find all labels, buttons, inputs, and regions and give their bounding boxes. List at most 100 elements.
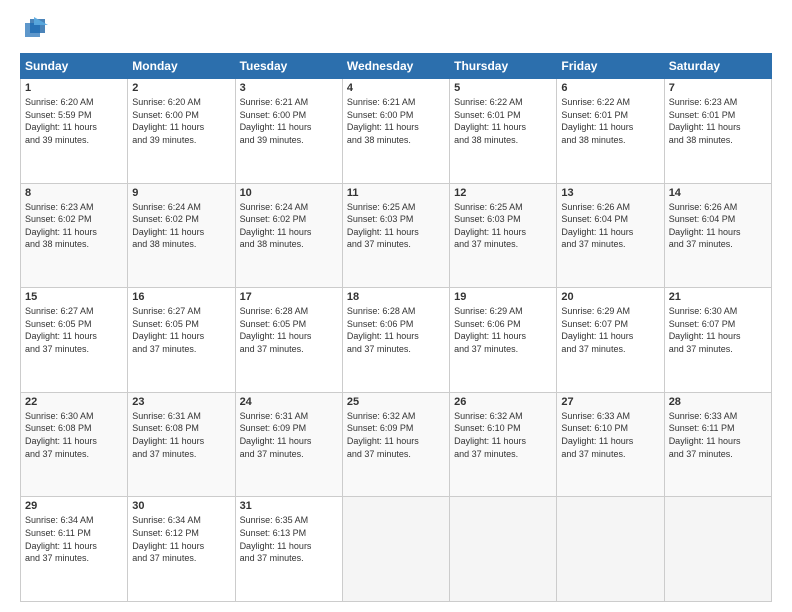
- day-info: Sunrise: 6:30 AM Sunset: 6:08 PM Dayligh…: [25, 410, 123, 460]
- calendar-day-cell: 16 Sunrise: 6:27 AM Sunset: 6:05 PM Dayli…: [128, 288, 235, 393]
- day-number: 30: [132, 500, 230, 512]
- day-info: Sunrise: 6:28 AM Sunset: 6:05 PM Dayligh…: [240, 305, 338, 355]
- calendar-day-cell: 23 Sunrise: 6:31 AM Sunset: 6:08 PM Dayli…: [128, 392, 235, 497]
- day-info: Sunrise: 6:33 AM Sunset: 6:11 PM Dayligh…: [669, 410, 767, 460]
- calendar-day-cell: 27Sunrise: 6:33 AM Sunset: 6:10 PM Dayli…: [557, 392, 664, 497]
- calendar-day-cell: 22 Sunrise: 6:30 AM Sunset: 6:08 PM Dayli…: [21, 392, 128, 497]
- calendar-table: SundayMondayTuesdayWednesdayThursdayFrid…: [20, 53, 772, 602]
- day-number: 19: [454, 291, 552, 303]
- day-info: Sunrise: 6:24 AM Sunset: 6:02 PM Dayligh…: [132, 201, 230, 251]
- day-info: Sunrise: 6:21 AM Sunset: 6:00 PM Dayligh…: [240, 96, 338, 146]
- calendar-day-cell: 28 Sunrise: 6:33 AM Sunset: 6:11 PM Dayli…: [664, 392, 771, 497]
- day-info: Sunrise: 6:32 AM Sunset: 6:10 PM Dayligh…: [454, 410, 552, 460]
- calendar-day-cell: [342, 497, 449, 602]
- calendar-day-header: Saturday: [664, 54, 771, 79]
- day-info: Sunrise: 6:29 AM Sunset: 6:07 PM Dayligh…: [561, 305, 659, 355]
- day-info: Sunrise: 6:27 AM Sunset: 6:05 PM Dayligh…: [25, 305, 123, 355]
- calendar-header-row: SundayMondayTuesdayWednesdayThursdayFrid…: [21, 54, 772, 79]
- calendar-week-row: 29Sunrise: 6:34 AM Sunset: 6:11 PM Dayli…: [21, 497, 772, 602]
- day-number: 26: [454, 396, 552, 408]
- day-info: Sunrise: 6:26 AM Sunset: 6:04 PM Dayligh…: [669, 201, 767, 251]
- calendar-day-cell: 19Sunrise: 6:29 AM Sunset: 6:06 PM Dayli…: [450, 288, 557, 393]
- day-info: Sunrise: 6:25 AM Sunset: 6:03 PM Dayligh…: [347, 201, 445, 251]
- calendar-week-row: 22 Sunrise: 6:30 AM Sunset: 6:08 PM Dayli…: [21, 392, 772, 497]
- day-number: 25: [347, 396, 445, 408]
- calendar-day-cell: 21 Sunrise: 6:30 AM Sunset: 6:07 PM Dayli…: [664, 288, 771, 393]
- calendar-day-cell: 11 Sunrise: 6:25 AM Sunset: 6:03 PM Dayli…: [342, 183, 449, 288]
- day-number: 20: [561, 291, 659, 303]
- calendar-week-row: 1 Sunrise: 6:20 AM Sunset: 5:59 PM Daylig…: [21, 79, 772, 184]
- day-number: 18: [347, 291, 445, 303]
- day-number: 11: [347, 187, 445, 199]
- calendar-day-cell: 3Sunrise: 6:21 AM Sunset: 6:00 PM Daylig…: [235, 79, 342, 184]
- day-info: Sunrise: 6:23 AM Sunset: 6:02 PM Dayligh…: [25, 201, 123, 251]
- day-number: 8: [25, 187, 123, 199]
- day-number: 9: [132, 187, 230, 199]
- calendar-day-cell: 25 Sunrise: 6:32 AM Sunset: 6:09 PM Dayli…: [342, 392, 449, 497]
- calendar-day-cell: 17Sunrise: 6:28 AM Sunset: 6:05 PM Dayli…: [235, 288, 342, 393]
- day-info: Sunrise: 6:31 AM Sunset: 6:08 PM Dayligh…: [132, 410, 230, 460]
- calendar-day-cell: 1 Sunrise: 6:20 AM Sunset: 5:59 PM Daylig…: [21, 79, 128, 184]
- calendar-day-cell: 18Sunrise: 6:28 AM Sunset: 6:06 PM Dayli…: [342, 288, 449, 393]
- day-number: 21: [669, 291, 767, 303]
- day-number: 22: [25, 396, 123, 408]
- header: [20, 15, 772, 43]
- day-number: 28: [669, 396, 767, 408]
- calendar-day-cell: 14 Sunrise: 6:26 AM Sunset: 6:04 PM Dayli…: [664, 183, 771, 288]
- day-number: 16: [132, 291, 230, 303]
- calendar-day-cell: 31Sunrise: 6:35 AM Sunset: 6:13 PM Dayli…: [235, 497, 342, 602]
- day-info: Sunrise: 6:20 AM Sunset: 5:59 PM Dayligh…: [25, 96, 123, 146]
- calendar-day-cell: [557, 497, 664, 602]
- day-info: Sunrise: 6:21 AM Sunset: 6:00 PM Dayligh…: [347, 96, 445, 146]
- day-number: 1: [25, 82, 123, 94]
- day-info: Sunrise: 6:34 AM Sunset: 6:11 PM Dayligh…: [25, 514, 123, 564]
- day-info: Sunrise: 6:25 AM Sunset: 6:03 PM Dayligh…: [454, 201, 552, 251]
- calendar-day-cell: 9 Sunrise: 6:24 AM Sunset: 6:02 PM Daylig…: [128, 183, 235, 288]
- calendar-day-header: Wednesday: [342, 54, 449, 79]
- day-number: 10: [240, 187, 338, 199]
- calendar-week-row: 15 Sunrise: 6:27 AM Sunset: 6:05 PM Dayli…: [21, 288, 772, 393]
- day-number: 2: [132, 82, 230, 94]
- calendar-week-row: 8 Sunrise: 6:23 AM Sunset: 6:02 PM Daylig…: [21, 183, 772, 288]
- calendar-day-cell: 2Sunrise: 6:20 AM Sunset: 6:00 PM Daylig…: [128, 79, 235, 184]
- calendar-day-cell: 20 Sunrise: 6:29 AM Sunset: 6:07 PM Dayli…: [557, 288, 664, 393]
- calendar-day-header: Sunday: [21, 54, 128, 79]
- day-info: Sunrise: 6:22 AM Sunset: 6:01 PM Dayligh…: [561, 96, 659, 146]
- day-number: 5: [454, 82, 552, 94]
- day-number: 14: [669, 187, 767, 199]
- calendar-day-cell: 13 Sunrise: 6:26 AM Sunset: 6:04 PM Dayli…: [557, 183, 664, 288]
- day-info: Sunrise: 6:30 AM Sunset: 6:07 PM Dayligh…: [669, 305, 767, 355]
- day-info: Sunrise: 6:32 AM Sunset: 6:09 PM Dayligh…: [347, 410, 445, 460]
- day-number: 6: [561, 82, 659, 94]
- calendar-day-cell: 24 Sunrise: 6:31 AM Sunset: 6:09 PM Dayli…: [235, 392, 342, 497]
- day-number: 24: [240, 396, 338, 408]
- calendar-day-cell: 10 Sunrise: 6:24 AM Sunset: 6:02 PM Dayli…: [235, 183, 342, 288]
- day-info: Sunrise: 6:26 AM Sunset: 6:04 PM Dayligh…: [561, 201, 659, 251]
- calendar-day-header: Tuesday: [235, 54, 342, 79]
- day-info: Sunrise: 6:24 AM Sunset: 6:02 PM Dayligh…: [240, 201, 338, 251]
- calendar-day-header: Friday: [557, 54, 664, 79]
- day-info: Sunrise: 6:22 AM Sunset: 6:01 PM Dayligh…: [454, 96, 552, 146]
- day-number: 23: [132, 396, 230, 408]
- day-info: Sunrise: 6:23 AM Sunset: 6:01 PM Dayligh…: [669, 96, 767, 146]
- calendar-day-cell: 29Sunrise: 6:34 AM Sunset: 6:11 PM Dayli…: [21, 497, 128, 602]
- day-number: 7: [669, 82, 767, 94]
- calendar-day-cell: 15 Sunrise: 6:27 AM Sunset: 6:05 PM Dayli…: [21, 288, 128, 393]
- calendar-day-header: Thursday: [450, 54, 557, 79]
- calendar-day-cell: 6 Sunrise: 6:22 AM Sunset: 6:01 PM Daylig…: [557, 79, 664, 184]
- day-number: 27: [561, 396, 659, 408]
- logo: [20, 15, 54, 43]
- calendar-day-cell: 30Sunrise: 6:34 AM Sunset: 6:12 PM Dayli…: [128, 497, 235, 602]
- calendar-day-cell: 12 Sunrise: 6:25 AM Sunset: 6:03 PM Dayli…: [450, 183, 557, 288]
- day-number: 15: [25, 291, 123, 303]
- calendar-day-cell: 8 Sunrise: 6:23 AM Sunset: 6:02 PM Daylig…: [21, 183, 128, 288]
- day-number: 13: [561, 187, 659, 199]
- day-number: 4: [347, 82, 445, 94]
- day-info: Sunrise: 6:31 AM Sunset: 6:09 PM Dayligh…: [240, 410, 338, 460]
- calendar-day-cell: 4 Sunrise: 6:21 AM Sunset: 6:00 PM Daylig…: [342, 79, 449, 184]
- calendar-day-cell: [450, 497, 557, 602]
- day-info: Sunrise: 6:27 AM Sunset: 6:05 PM Dayligh…: [132, 305, 230, 355]
- day-info: Sunrise: 6:35 AM Sunset: 6:13 PM Dayligh…: [240, 514, 338, 564]
- day-number: 12: [454, 187, 552, 199]
- calendar-day-cell: 5 Sunrise: 6:22 AM Sunset: 6:01 PM Daylig…: [450, 79, 557, 184]
